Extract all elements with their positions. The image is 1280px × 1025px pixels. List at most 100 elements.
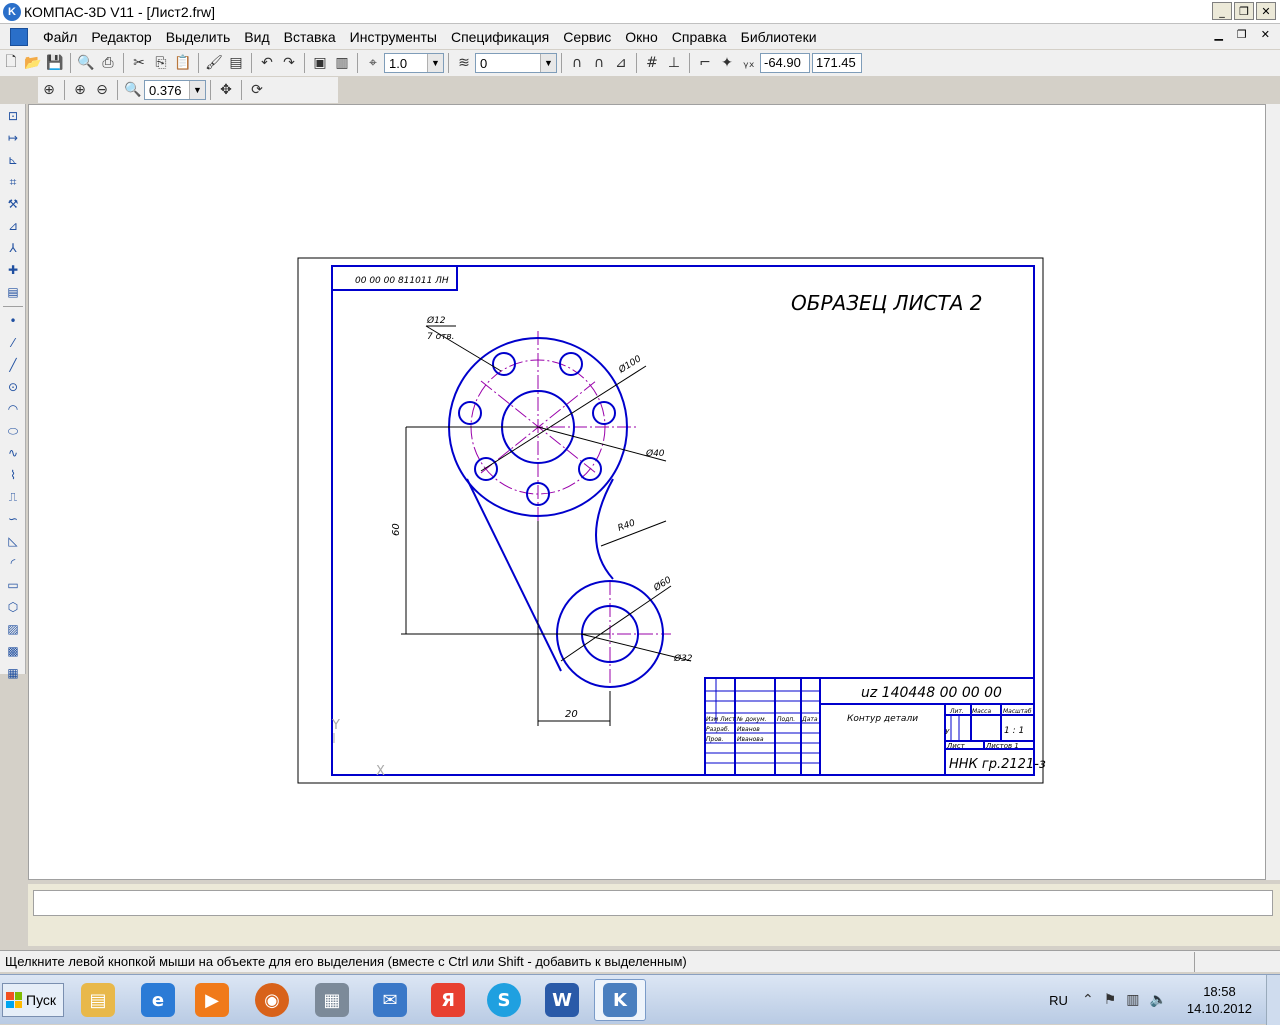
show-desktop-button[interactable] <box>1266 975 1280 1025</box>
taskbar-yandex[interactable]: Я <box>422 979 474 1021</box>
dimensions-icon[interactable]: ↦ <box>2 128 24 148</box>
properties-field[interactable] <box>33 890 1273 916</box>
zoom-window-icon[interactable]: ⊕ <box>38 79 60 101</box>
hatch-icon[interactable]: ▨ <box>2 619 24 639</box>
taskbar-skype[interactable]: S <box>478 979 530 1021</box>
close-button[interactable]: ✕ <box>1256 2 1276 20</box>
zoom-in-icon[interactable]: ⊕ <box>69 79 91 101</box>
library-icon[interactable]: ▥ <box>331 52 353 74</box>
coord-x-field[interactable]: -64.90 <box>760 53 810 73</box>
taskbar-calculator[interactable]: ▦ <box>306 979 358 1021</box>
document-icon[interactable] <box>10 27 28 46</box>
local-cs-icon[interactable]: ⊥ <box>663 52 685 74</box>
snap-magnet-icon[interactable]: ∩ <box>566 52 588 74</box>
cursor-coords-icon[interactable]: ✦ <box>716 52 738 74</box>
refresh-icon[interactable]: ⟳ <box>246 79 268 101</box>
minimize-button[interactable]: _ <box>1212 2 1232 20</box>
pan-icon[interactable]: ✥ <box>215 79 237 101</box>
menu-libraries[interactable]: Библиотеки <box>734 29 824 45</box>
menu-view[interactable]: Вид <box>237 29 276 45</box>
redo-icon[interactable]: ↷ <box>278 52 300 74</box>
chamfer-icon[interactable]: ◺ <box>2 531 24 551</box>
layers-icon[interactable]: ≋ <box>453 52 475 74</box>
circle-icon[interactable]: ⊙ <box>2 377 24 397</box>
manager-icon[interactable]: ▣ <box>309 52 331 74</box>
taskbar-word[interactable]: W <box>536 979 588 1021</box>
layer-combo[interactable]: 0 ▼ <box>475 53 557 73</box>
action-center-flag-icon[interactable]: ⚑ <box>1104 992 1117 1008</box>
fill-icon[interactable]: ▩ <box>2 641 24 661</box>
menu-file[interactable]: Файл <box>36 29 84 45</box>
parametrize-icon[interactable]: ⚒ <box>2 194 24 214</box>
start-button[interactable]: Пуск <box>2 983 64 1017</box>
language-indicator[interactable]: RU <box>1049 993 1068 1008</box>
aux-line-icon[interactable]: ⁄ <box>2 333 24 353</box>
contour-icon[interactable]: ⎍ <box>2 487 24 507</box>
taskbar-media[interactable]: ▶ <box>186 979 238 1021</box>
bezier-icon[interactable]: ∽ <box>2 509 24 529</box>
paste-icon[interactable]: 📋 <box>172 52 194 74</box>
menu-edit[interactable]: Редактор <box>84 29 158 45</box>
cut-icon[interactable]: ✂ <box>128 52 150 74</box>
polygon-icon[interactable]: ⬡ <box>2 597 24 617</box>
zoom-scale-icon[interactable]: 🔍 <box>122 79 144 101</box>
save-icon[interactable]: 💾 <box>44 52 66 74</box>
reports-icon[interactable]: ▤ <box>2 282 24 302</box>
coord-y-field[interactable]: 171.45 <box>812 53 862 73</box>
step-combo[interactable]: 1.0 ▼ <box>384 53 444 73</box>
menu-service[interactable]: Сервис <box>556 29 618 45</box>
menu-select[interactable]: Выделить <box>159 29 238 45</box>
select-icon[interactable]: ⅄ <box>2 238 24 258</box>
copy-icon[interactable]: ⎘ <box>150 52 172 74</box>
grid-icon[interactable]: # <box>641 52 663 74</box>
taskbar-firefox[interactable]: ◉ <box>246 979 298 1021</box>
vertical-scrollbar[interactable] <box>1266 104 1280 880</box>
network-icon[interactable]: ▥ <box>1126 992 1139 1008</box>
new-document-icon[interactable]: 🗋 <box>0 52 22 74</box>
macro-icon[interactable]: ▦ <box>2 663 24 683</box>
point-icon[interactable]: • <box>2 311 24 331</box>
taskbar-ie[interactable]: e <box>132 979 184 1021</box>
step-icon[interactable]: ⌖ <box>362 52 384 74</box>
ortho-icon[interactable]: ⊿ <box>610 52 632 74</box>
fillet-icon[interactable]: ◜ <box>2 553 24 573</box>
taskbar-explorer[interactable]: ▤ <box>72 979 124 1021</box>
chevron-down-icon[interactable]: ▼ <box>427 54 443 72</box>
tray-expand-icon[interactable]: ⌃ <box>1082 992 1094 1008</box>
format-brush-icon[interactable]: 🖌 <box>203 52 225 74</box>
taskbar-kompas[interactable]: K <box>594 979 646 1021</box>
edit-icon[interactable]: ⌗ <box>2 172 24 192</box>
zoom-out-icon[interactable]: ⊖ <box>91 79 113 101</box>
menu-specification[interactable]: Спецификация <box>444 29 556 45</box>
arc-icon[interactable]: ◠ <box>2 399 24 419</box>
rectangle-icon[interactable]: ▭ <box>2 575 24 595</box>
segment-icon[interactable]: ╱ <box>2 355 24 375</box>
properties-icon[interactable]: ▤ <box>225 52 247 74</box>
undo-icon[interactable]: ↶ <box>256 52 278 74</box>
menu-help[interactable]: Справка <box>665 29 734 45</box>
taskbar-mail[interactable]: ✉ <box>364 979 416 1021</box>
ellipse-icon[interactable]: ⬭ <box>2 421 24 441</box>
mdi-minimize-icon[interactable]: ▁ <box>1214 28 1222 41</box>
ortho-mode-icon[interactable]: ⌐ <box>694 52 716 74</box>
print-icon[interactable]: ⎙ <box>97 52 119 74</box>
zoom-combo[interactable]: 0.376 ▼ <box>144 80 206 100</box>
print-preview-icon[interactable]: 🔍 <box>75 52 97 74</box>
mdi-close-icon[interactable]: ✕ <box>1261 28 1270 41</box>
volume-icon[interactable]: 🔈 <box>1149 992 1166 1008</box>
chevron-down-icon[interactable]: ▼ <box>540 54 556 72</box>
menu-window[interactable]: Окно <box>618 29 665 45</box>
menu-tools[interactable]: Инструменты <box>343 29 444 45</box>
geometry-icon[interactable]: ⊡ <box>2 106 24 126</box>
spec-icon[interactable]: ✚ <box>2 260 24 280</box>
drawing-canvas[interactable]: 00 00 00 811011 ЛН ОБРАЗЕЦ ЛИСТА 2 Ø12 7… <box>28 104 1266 880</box>
open-icon[interactable]: 📂 <box>22 52 44 74</box>
mdi-restore-icon[interactable]: ❐ <box>1237 28 1247 41</box>
notation-icon[interactable]: ⊾ <box>2 150 24 170</box>
polyline-icon[interactable]: ⌇ <box>2 465 24 485</box>
restore-button[interactable]: ❐ <box>1234 2 1254 20</box>
clock[interactable]: 18:58 14.10.2012 <box>1187 983 1252 1017</box>
spline-icon[interactable]: ∿ <box>2 443 24 463</box>
menu-insert[interactable]: Вставка <box>277 29 343 45</box>
snap-local-icon[interactable]: ∩ <box>588 52 610 74</box>
